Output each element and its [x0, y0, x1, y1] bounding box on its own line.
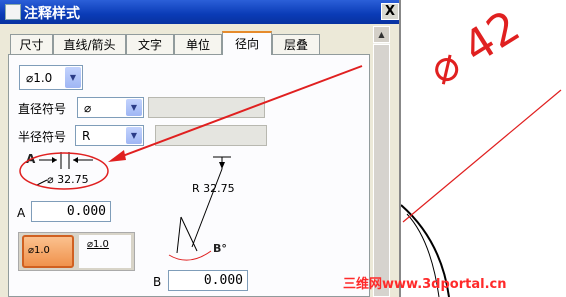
callout-arrow-overlay	[108, 65, 363, 162]
watermark-text: 三维网www.3dportal.cn	[343, 277, 507, 292]
tab-radial[interactable]: 径向	[222, 31, 272, 55]
